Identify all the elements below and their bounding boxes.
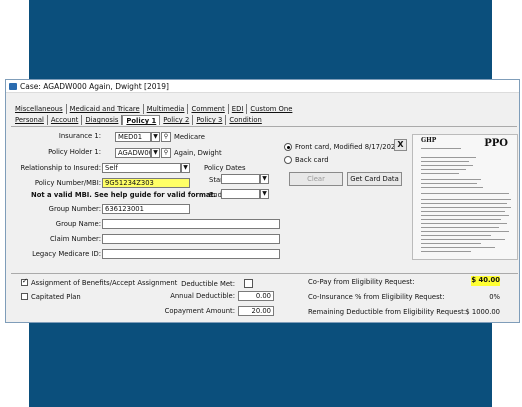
relationship-dropdown[interactable]: ▼ bbox=[181, 163, 190, 173]
policy-number-field[interactable]: 9G51234Z303 bbox=[102, 178, 190, 188]
start-date-field[interactable] bbox=[221, 174, 260, 184]
insurance1-dropdown[interactable]: ▼ bbox=[151, 132, 160, 142]
front-card-label: Front card, Modified 8/17/2020 bbox=[295, 143, 400, 151]
assignment-checkbox[interactable] bbox=[21, 277, 28, 286]
capitated-checkbox[interactable] bbox=[21, 293, 28, 300]
relationship-label: Relationship to Insured: bbox=[20, 164, 101, 172]
policy-holder-dropdown[interactable]: ▼ bbox=[151, 148, 160, 158]
policy-holder-code-field[interactable]: AGADW000 bbox=[115, 148, 151, 158]
policy-holder-search-icon[interactable]: ⚲ bbox=[161, 148, 171, 158]
insurance1-label: Insurance 1: bbox=[58, 132, 101, 140]
mbi-warning: Not a valid MBI. See help guide for vali… bbox=[31, 191, 217, 199]
back-card-radio[interactable] bbox=[284, 156, 292, 164]
start-date-dropdown[interactable]: ▼ bbox=[260, 174, 269, 184]
assignment-label: Assignment of Benefits/Accept Assignment bbox=[31, 279, 178, 287]
policy-number-label: Policy Number/MBI: bbox=[34, 179, 101, 187]
insurance-card-image: GHP PPO bbox=[412, 134, 518, 260]
tab-custom-one[interactable]: Custom One bbox=[247, 104, 295, 114]
insurance1-name: Medicare bbox=[174, 133, 205, 141]
policy-holder-label: Policy Holder 1: bbox=[48, 148, 101, 156]
annual-deductible-label: Annual Deductible: bbox=[170, 292, 235, 300]
get-card-data-button[interactable]: Get Card Data bbox=[347, 172, 402, 186]
group-number-field[interactable]: 636123001 bbox=[102, 204, 190, 214]
claim-number-label: Claim Number: bbox=[50, 235, 101, 243]
card-logo: GHP bbox=[421, 137, 437, 144]
case-icon bbox=[9, 83, 17, 90]
insurance1-search-icon[interactable]: ⚲ bbox=[161, 132, 171, 142]
insurance1-code-field[interactable]: MED01 bbox=[115, 132, 151, 142]
end-date-dropdown[interactable]: ▼ bbox=[260, 189, 269, 199]
close-card-button[interactable]: X bbox=[394, 139, 407, 151]
tab-edi[interactable]: EDI bbox=[229, 104, 248, 114]
tab-divider bbox=[11, 126, 517, 127]
policy-holder-name: Again, Dwight bbox=[174, 149, 222, 157]
group-name-field[interactable] bbox=[102, 219, 280, 229]
tab-row-bottom: Personal Account Diagnosis Policy 1 Poli… bbox=[12, 115, 265, 126]
copay-eligibility-value: $ 40.00 bbox=[471, 276, 500, 286]
coinsurance-label: Co-Insurance % from Eligibility Request: bbox=[308, 293, 445, 301]
front-card-radio[interactable] bbox=[284, 143, 292, 151]
tab-policy-1[interactable]: Policy 1 bbox=[122, 115, 161, 125]
legacy-id-field[interactable] bbox=[102, 249, 280, 259]
remaining-deductible-label: Remaining Deductible from Eligibility Re… bbox=[308, 308, 467, 316]
tab-personal[interactable]: Personal bbox=[12, 115, 48, 125]
coinsurance-value: 0% bbox=[489, 293, 500, 301]
case-window: Case: AGADW000 Again, Dwight [2019] Misc… bbox=[5, 79, 520, 323]
tab-medicaid-tricare[interactable]: Medicaid and Tricare bbox=[67, 104, 144, 114]
claim-number-field[interactable] bbox=[102, 234, 280, 244]
group-number-label: Group Number: bbox=[48, 205, 101, 213]
clear-button[interactable]: Clear bbox=[289, 172, 343, 186]
copayment-label: Copayment Amount: bbox=[164, 307, 235, 315]
capitated-label: Capitated Plan bbox=[31, 293, 81, 301]
title-bar: Case: AGADW000 Again, Dwight [2019] bbox=[6, 80, 519, 93]
tab-comment[interactable]: Comment bbox=[188, 104, 229, 114]
end-date-field[interactable] bbox=[221, 189, 260, 199]
back-card-label: Back card bbox=[295, 156, 329, 164]
group-name-label: Group Name: bbox=[55, 220, 101, 228]
relationship-select[interactable]: Self bbox=[102, 163, 181, 173]
tab-miscellaneous[interactable]: Miscellaneous bbox=[12, 104, 67, 114]
tab-row-top: Miscellaneous Medicaid and Tricare Multi… bbox=[12, 104, 295, 115]
copay-eligibility-label: Co-Pay from Eligibility Request: bbox=[308, 278, 415, 286]
annual-deductible-field[interactable]: 0.00 bbox=[238, 291, 274, 301]
tab-condition[interactable]: Condition bbox=[226, 115, 264, 125]
window-title: Case: AGADW000 Again, Dwight [2019] bbox=[20, 82, 169, 91]
tab-diagnosis[interactable]: Diagnosis bbox=[82, 115, 123, 125]
legacy-id-label: Legacy Medicare ID: bbox=[32, 250, 101, 258]
deductible-met-checkbox[interactable] bbox=[244, 279, 253, 288]
deductible-met-label: Deductible Met: bbox=[181, 280, 235, 288]
remaining-deductible-value: $ 1000.00 bbox=[465, 308, 500, 316]
policy-dates-label: Policy Dates bbox=[204, 164, 246, 172]
card-type: PPO bbox=[484, 138, 508, 149]
tab-account[interactable]: Account bbox=[48, 115, 83, 125]
tab-policy-3[interactable]: Policy 3 bbox=[193, 115, 227, 125]
tab-multimedia[interactable]: Multimedia bbox=[144, 104, 189, 114]
tab-policy-2[interactable]: Policy 2 bbox=[160, 115, 194, 125]
copayment-field[interactable]: 20.00 bbox=[238, 306, 274, 316]
